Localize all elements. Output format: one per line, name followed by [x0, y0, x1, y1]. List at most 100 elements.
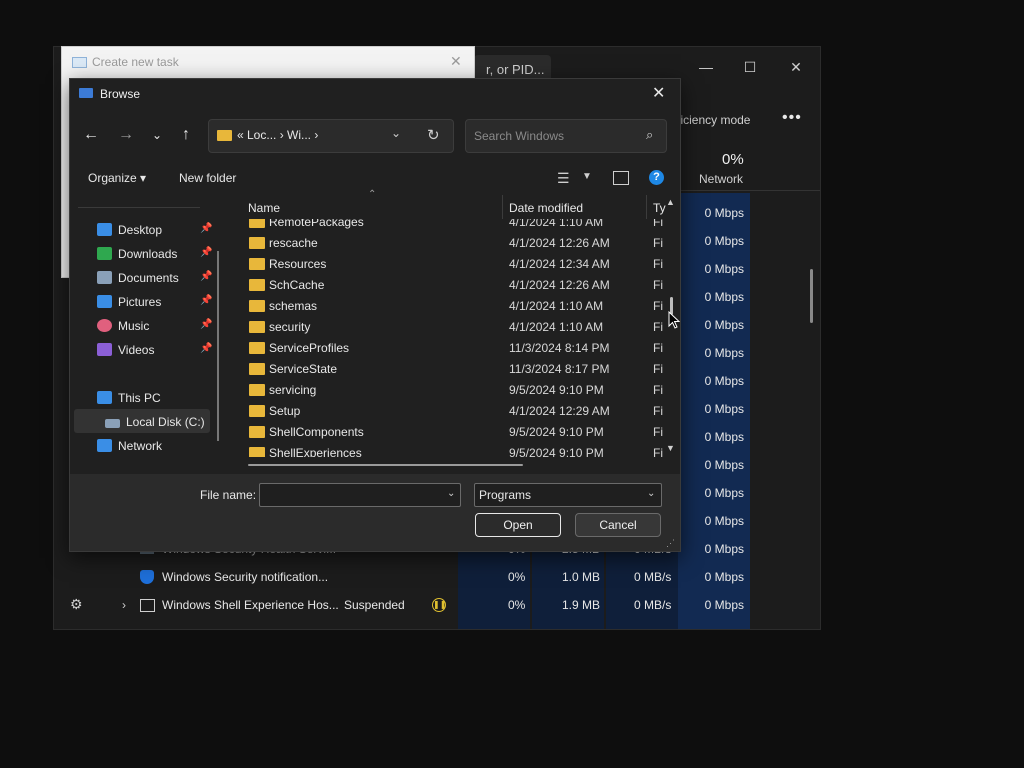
- search-placeholder: Search Windows: [474, 129, 565, 143]
- file-type: Fi: [653, 236, 663, 250]
- preview-pane-icon[interactable]: [613, 171, 629, 185]
- list-item[interactable]: servicing 9/5/2024 9:10 PM Fi: [240, 380, 663, 401]
- process-name[interactable]: Windows Security notification...: [162, 570, 328, 584]
- file-name-label: File name:: [200, 488, 257, 502]
- list-item[interactable]: ServiceProfiles 11/3/2024 8:14 PM Fi: [240, 338, 663, 359]
- folder-icon: [249, 405, 265, 417]
- nav-item-local-disk[interactable]: Local Disk (C:): [105, 415, 235, 437]
- column-header-date-modified[interactable]: Date modified: [509, 201, 583, 215]
- column-separator[interactable]: [646, 195, 647, 219]
- nav-item-desktop[interactable]: Desktop 📌: [97, 223, 227, 245]
- network-column-header[interactable]: Network: [699, 172, 743, 186]
- minimize-icon[interactable]: —: [686, 53, 726, 81]
- folder-icon: [249, 384, 265, 396]
- list-item[interactable]: ServiceState 11/3/2024 8:17 PM Fi: [240, 359, 663, 380]
- file-name-dropdown-chevron-icon[interactable]: ⌄: [447, 488, 455, 499]
- column-header-type[interactable]: Ty: [653, 201, 666, 215]
- column-separator[interactable]: [502, 195, 503, 219]
- address-dropdown-chevron-icon[interactable]: ⌄: [391, 126, 401, 140]
- file-name: servicing: [269, 383, 317, 397]
- list-item[interactable]: SchCache 4/1/2024 12:26 AM Fi: [240, 275, 663, 296]
- process-name[interactable]: Windows Shell Experience Hos...: [162, 598, 339, 612]
- file-date: 4/1/2024 1:10 AM: [509, 299, 604, 313]
- close-icon[interactable]: ✕: [776, 53, 816, 81]
- expand-chevron-icon[interactable]: ›: [122, 598, 126, 612]
- network-value: 0 Mbps: [704, 290, 744, 304]
- list-item[interactable]: RemotePackages 4/1/2024 1:10 AM Fi: [240, 219, 663, 233]
- music-icon: [97, 319, 112, 332]
- list-item[interactable]: schemas 4/1/2024 1:10 AM Fi: [240, 296, 663, 317]
- resize-grip-icon[interactable]: ⋰: [666, 538, 675, 549]
- list-item[interactable]: security 4/1/2024 1:10 AM Fi: [240, 317, 663, 338]
- search-input[interactable]: Search Windows ⌕: [465, 119, 667, 153]
- scroll-up-arrow-icon[interactable]: ▲: [666, 197, 675, 207]
- horizontal-scrollbar-thumb[interactable]: [248, 464, 523, 466]
- close-icon[interactable]: ✕: [450, 53, 462, 70]
- file-type: Fi: [653, 362, 663, 376]
- network-value: 0 Mbps: [704, 318, 744, 332]
- filter-dropdown-chevron-icon[interactable]: ⌄: [647, 488, 655, 499]
- list-item[interactable]: Setup 4/1/2024 12:29 AM Fi: [240, 401, 663, 422]
- cancel-button[interactable]: Cancel: [575, 513, 661, 537]
- nav-item-label: Videos: [118, 343, 155, 357]
- maximize-icon[interactable]: ☐: [730, 53, 770, 81]
- file-type-filter-select[interactable]: Programs ⌄: [474, 483, 662, 507]
- list-item[interactable]: ShellExperiences 9/5/2024 9:10 PM Fi: [240, 443, 663, 457]
- pin-icon[interactable]: 📌: [200, 295, 212, 306]
- file-name: rescache: [269, 236, 318, 250]
- folder-icon: [249, 219, 265, 228]
- nav-item-videos[interactable]: Videos 📌: [97, 343, 227, 365]
- pin-icon[interactable]: 📌: [200, 343, 212, 354]
- open-button[interactable]: Open: [475, 513, 561, 537]
- file-type: Fi: [653, 257, 663, 271]
- this-pc-icon: [97, 391, 112, 404]
- back-arrow-icon[interactable]: ←: [79, 123, 103, 147]
- pin-icon[interactable]: 📌: [200, 223, 212, 234]
- nav-item-downloads[interactable]: Downloads 📌: [97, 247, 227, 269]
- pin-icon[interactable]: 📌: [200, 319, 212, 330]
- nav-item-network[interactable]: Network: [97, 439, 227, 461]
- nav-item-music[interactable]: Music 📌: [97, 319, 227, 341]
- settings-gear-icon[interactable]: ⚙: [70, 596, 83, 613]
- address-bar[interactable]: « Loc... › Wi... › ⌄ ↻: [208, 119, 454, 153]
- nav-item-pictures[interactable]: Pictures 📌: [97, 295, 227, 317]
- organize-menu-button[interactable]: Organize ▾: [88, 171, 146, 185]
- efficiency-mode-button[interactable]: fficiency mode: [674, 113, 750, 127]
- search-icon[interactable]: ⌕: [646, 127, 653, 143]
- recent-locations-chevron-icon[interactable]: ⌄: [145, 123, 169, 147]
- network-percent: 0%: [722, 151, 744, 168]
- list-item[interactable]: rescache 4/1/2024 12:26 AM Fi: [240, 233, 663, 254]
- process-cpu: 0%: [508, 598, 526, 612]
- folder-icon: [217, 130, 232, 141]
- nav-item-documents[interactable]: Documents 📌: [97, 271, 227, 293]
- folder-icon: [249, 321, 265, 333]
- close-icon[interactable]: ✕: [652, 83, 665, 103]
- breadcrumb[interactable]: « Loc... › Wi... ›: [237, 128, 318, 142]
- list-item[interactable]: ShellComponents 9/5/2024 9:10 PM Fi: [240, 422, 663, 443]
- file-name: ServiceProfiles: [269, 341, 350, 355]
- task-manager-scrollbar[interactable]: [810, 269, 813, 323]
- refresh-icon[interactable]: ↻: [427, 126, 440, 144]
- column-header-name[interactable]: Name: [248, 201, 280, 215]
- file-name-field[interactable]: ⌄: [259, 483, 461, 507]
- task-manager-search-text: r, or PID...: [486, 62, 545, 77]
- dialog-title: Browse: [100, 87, 141, 101]
- pin-icon[interactable]: 📌: [200, 247, 212, 258]
- scroll-down-arrow-icon[interactable]: ▼: [666, 443, 675, 453]
- more-options-icon[interactable]: •••: [782, 109, 802, 127]
- pin-icon[interactable]: 📌: [200, 271, 212, 282]
- forward-arrow-icon[interactable]: →: [114, 123, 138, 147]
- nav-item-this-pc[interactable]: This PC: [97, 391, 227, 413]
- network-value: 0 Mbps: [704, 374, 744, 388]
- new-folder-button[interactable]: New folder: [179, 171, 236, 185]
- videos-icon: [97, 343, 112, 356]
- process-cpu: 0%: [508, 570, 526, 584]
- view-dropdown-chevron-icon[interactable]: ▼: [582, 171, 592, 182]
- list-item[interactable]: Resources 4/1/2024 12:34 AM Fi: [240, 254, 663, 275]
- help-icon[interactable]: ?: [649, 170, 664, 185]
- up-arrow-icon[interactable]: ↑: [174, 123, 198, 147]
- downloads-icon: [97, 247, 112, 260]
- view-options-icon[interactable]: ☰: [557, 170, 570, 187]
- file-date: 4/1/2024 12:29 AM: [509, 404, 610, 418]
- file-date: 4/1/2024 1:10 AM: [509, 320, 604, 334]
